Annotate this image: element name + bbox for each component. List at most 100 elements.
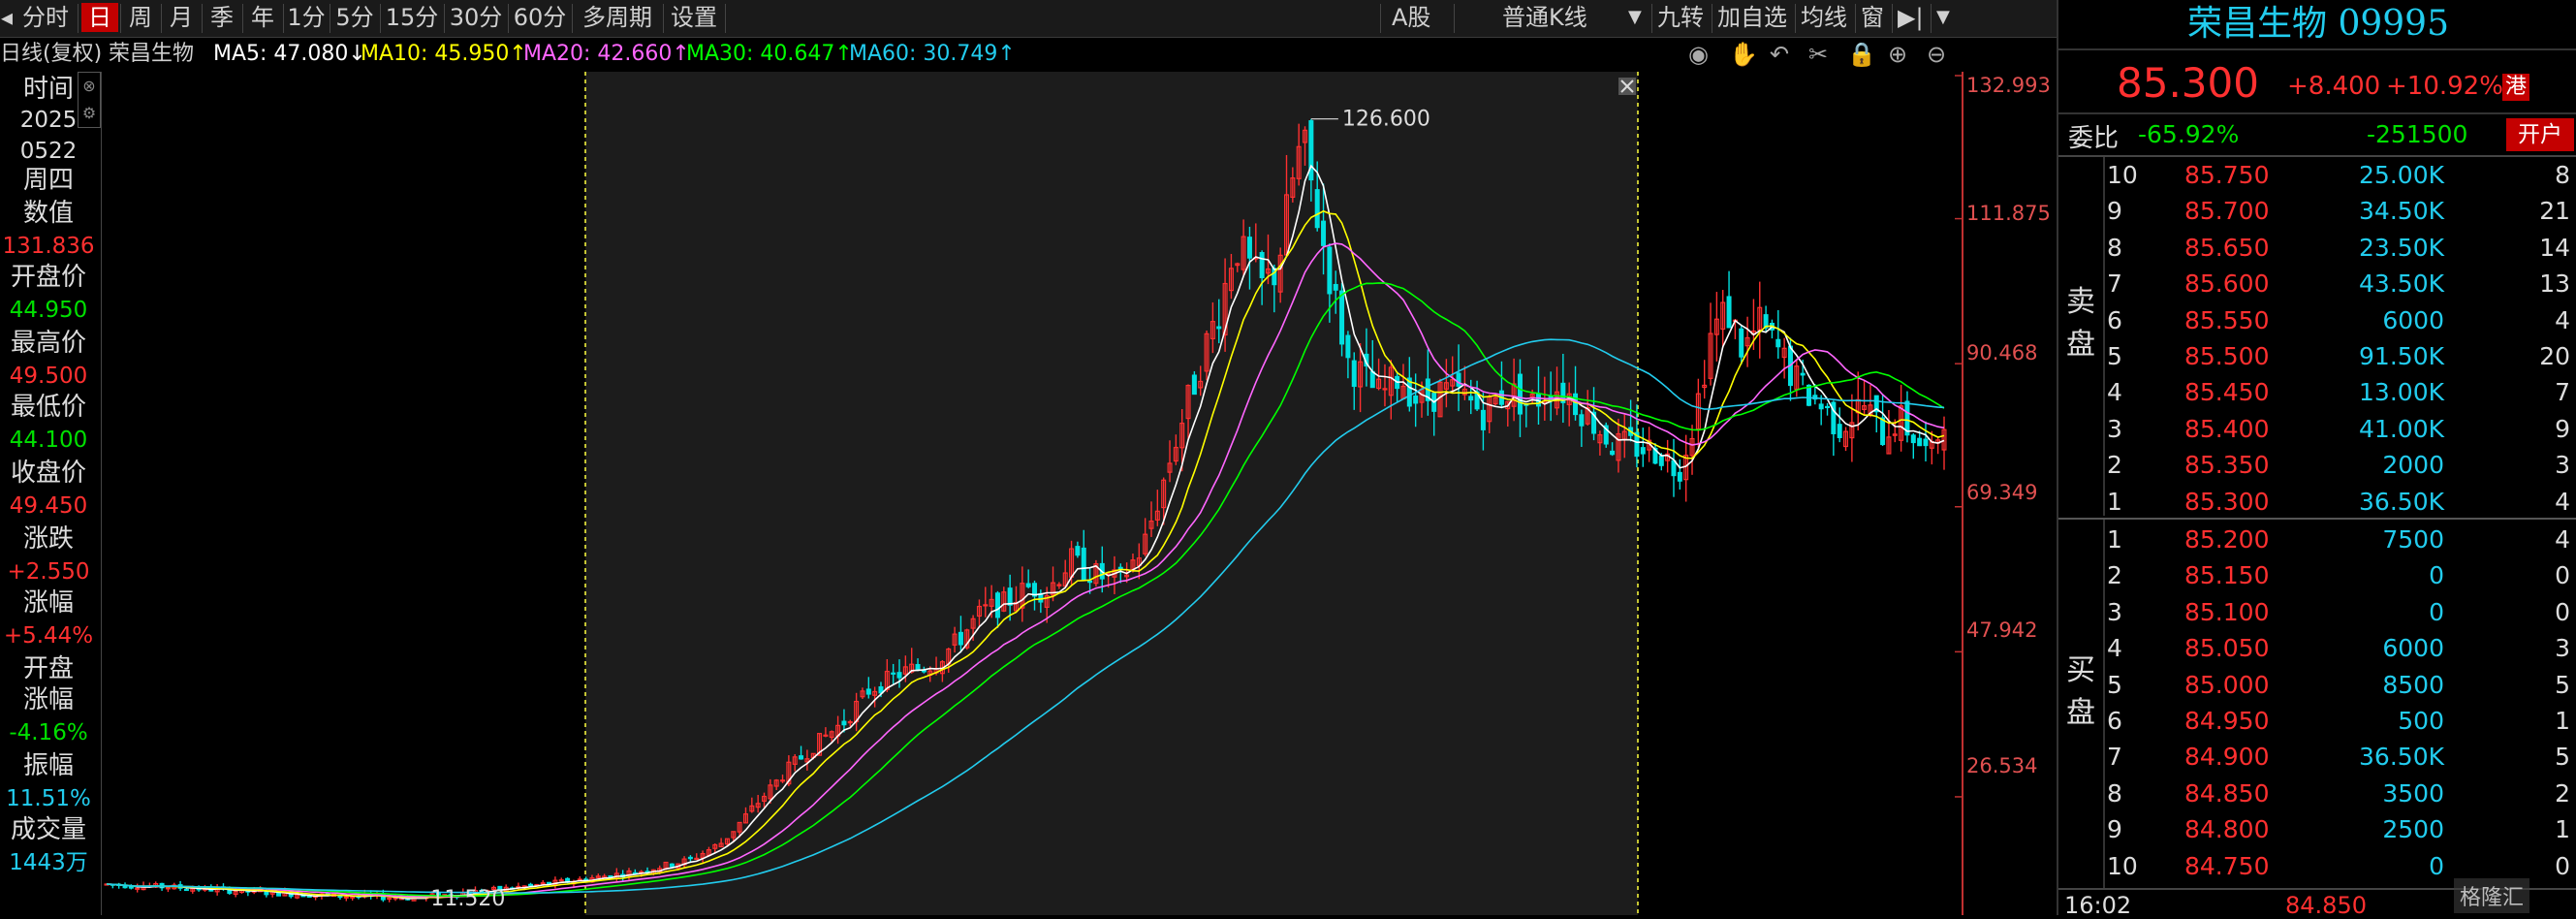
kline-chart[interactable]: 126.600 11.520 [101, 72, 1969, 915]
ask-lvl: 10 [2107, 161, 2138, 189]
tab-month[interactable]: 月 [163, 3, 200, 32]
ask-cnt: 13 [2539, 269, 2570, 299]
kline-mode-label[interactable]: 日线(复权) [0, 37, 102, 72]
jiuzhuan-button[interactable]: 九转 [1657, 3, 1704, 32]
pct-label: 涨幅 [22, 588, 74, 618]
bid-lvl: 7 [2107, 743, 2122, 772]
zoom-in-icon[interactable]: ⊕ [1888, 37, 1907, 72]
candle-body [1468, 396, 1474, 401]
chevron-down-icon[interactable]: ▼ [1628, 3, 1642, 32]
bid-price: 85.150 [2184, 561, 2270, 590]
zoom-out-icon[interactable]: ⊖ [1927, 37, 1946, 72]
volume-value: 1443万 [9, 850, 88, 875]
ask-row[interactable]: 1 85.300 36.50K 4 [2058, 484, 2576, 520]
ask-price: 85.650 [2184, 233, 2270, 262]
bid-row[interactable]: 8 84.850 3500 2 [2058, 776, 2576, 811]
ask-vol: 34.50K [2359, 197, 2444, 226]
open-pct-value: -4.16% [9, 720, 88, 745]
bid-row[interactable]: 1 85.200 7500 4 [2058, 522, 2576, 557]
ask-price: 85.600 [2184, 269, 2270, 299]
eye-icon[interactable]: ◉ [1688, 37, 1709, 72]
bid-cnt: 0 [2555, 597, 2570, 626]
ask-row[interactable]: 8 85.650 23.50K 14 [2058, 230, 2576, 266]
bid-lvl: 1 [2107, 525, 2122, 554]
add-watchlist-button[interactable]: 加自选 [1717, 3, 1787, 32]
bid-row[interactable]: 6 84.950 500 1 [2058, 703, 2576, 739]
ask-lvl: 7 [2107, 269, 2122, 299]
ask-row[interactable]: 7 85.600 43.50K 13 [2058, 266, 2576, 301]
ask-row[interactable]: 2 85.350 2000 3 [2058, 447, 2576, 483]
collapse-right-icon[interactable]: ▶| [1898, 3, 1924, 32]
bid-cnt: 5 [2555, 670, 2570, 699]
bid-row[interactable]: 5 85.000 8500 5 [2058, 667, 2576, 703]
bid-lvl: 5 [2107, 670, 2122, 699]
tab-day[interactable]: 日 [81, 3, 118, 32]
candle-body [983, 604, 989, 607]
bid-price: 85.050 [2184, 634, 2270, 663]
low-value: 44.100 [9, 428, 88, 453]
more-menu-icon[interactable]: ▼ [1936, 3, 1950, 32]
window-button[interactable]: 窗 [1861, 3, 1884, 32]
ask-lvl: 3 [2107, 414, 2122, 443]
candle-body [1333, 283, 1338, 291]
candle-body [1087, 580, 1093, 584]
tab-60min[interactable]: 60分 [510, 3, 570, 32]
ask-row[interactable]: 6 85.550 6000 4 [2058, 302, 2576, 338]
ask-cnt: 20 [2539, 342, 2570, 370]
toolbar-left-arrow-icon[interactable]: ◂ [0, 3, 14, 32]
open-account-button[interactable]: 开户 [2506, 118, 2574, 151]
trough-label: 11.520 [430, 887, 505, 911]
tab-multi-period[interactable]: 多周期 [574, 3, 661, 32]
candle-body [128, 886, 134, 889]
bid-cnt: 1 [2555, 707, 2570, 735]
amplitude-label: 振幅 [22, 751, 74, 780]
ask-lvl: 8 [2107, 233, 2122, 262]
tab-1min[interactable]: 1分 [285, 3, 328, 32]
bid-row[interactable]: 7 84.900 36.50K 5 [2058, 739, 2576, 775]
ask-row[interactable]: 3 85.400 41.00K 9 [2058, 411, 2576, 447]
market-selector[interactable]: A股 [1392, 3, 1430, 32]
tab-week[interactable]: 周 [122, 3, 159, 32]
tab-15min[interactable]: 15分 [382, 3, 442, 32]
back-icon[interactable]: ↶ [1770, 37, 1789, 72]
candle-body [1677, 471, 1682, 482]
ask-row[interactable]: 9 85.700 34.50K 21 [2058, 193, 2576, 229]
crosshair-info-panel: ⊗ ⚙ 时间 2025 0522 周四 数值 131.836 开盘价 44.950… [0, 72, 102, 915]
hk-badge: 港 [2502, 74, 2529, 101]
candle-body [540, 882, 546, 885]
scissors-icon[interactable]: ✂ [1808, 37, 1828, 72]
bid-row[interactable]: 4 85.050 6000 3 [2058, 630, 2576, 666]
candle-body [1007, 587, 1013, 606]
tab-quarter[interactable]: 季 [204, 3, 240, 32]
tab-year[interactable]: 年 [244, 3, 281, 32]
bid-cnt: 1 [2555, 815, 2570, 844]
date-value: 0522 [19, 139, 78, 164]
close-label: 收盘价 [10, 459, 86, 488]
weicha-value: -251500 [2367, 120, 2468, 148]
ask-row[interactable]: 4 85.450 13.00K 7 [2058, 374, 2576, 410]
candle-body [1923, 438, 1929, 447]
axis-label: 90.468 [1966, 341, 2038, 364]
ask-row[interactable]: 5 85.500 91.50K 20 [2058, 338, 2576, 374]
bid-row[interactable]: 3 85.100 0 0 [2058, 594, 2576, 630]
ma-line-button[interactable]: 均线 [1801, 3, 1847, 32]
axis-label: 26.534 [1966, 754, 2038, 777]
tab-fenshi[interactable]: 分时 [16, 3, 76, 32]
ask-row[interactable]: 10 85.750 25.00K 8 [2058, 157, 2576, 193]
lock-icon[interactable]: 🔒 [1847, 37, 1876, 72]
candle-body [1806, 384, 1811, 406]
price-axis: 132.993 111.875 90.468 69.349 47.942 26.… [1963, 72, 2057, 915]
candle-body [669, 863, 675, 868]
hand-icon[interactable]: ✋ [1729, 37, 1758, 72]
weibi-value: -65.92% [2138, 120, 2240, 148]
candle-body [1880, 417, 1886, 446]
bid-row[interactable]: 2 85.150 0 0 [2058, 557, 2576, 593]
chart-type-select[interactable]: 普通K线 [1502, 3, 1587, 32]
bid-cnt: 0 [2555, 851, 2570, 880]
bid-row[interactable]: 9 84.800 2500 1 [2058, 811, 2576, 847]
tab-5min[interactable]: 5分 [331, 3, 378, 32]
bid-vol: 8500 [2382, 670, 2444, 699]
tab-30min[interactable]: 30分 [446, 3, 506, 32]
tab-settings[interactable]: 设置 [665, 3, 723, 32]
candle-body [1216, 326, 1222, 330]
